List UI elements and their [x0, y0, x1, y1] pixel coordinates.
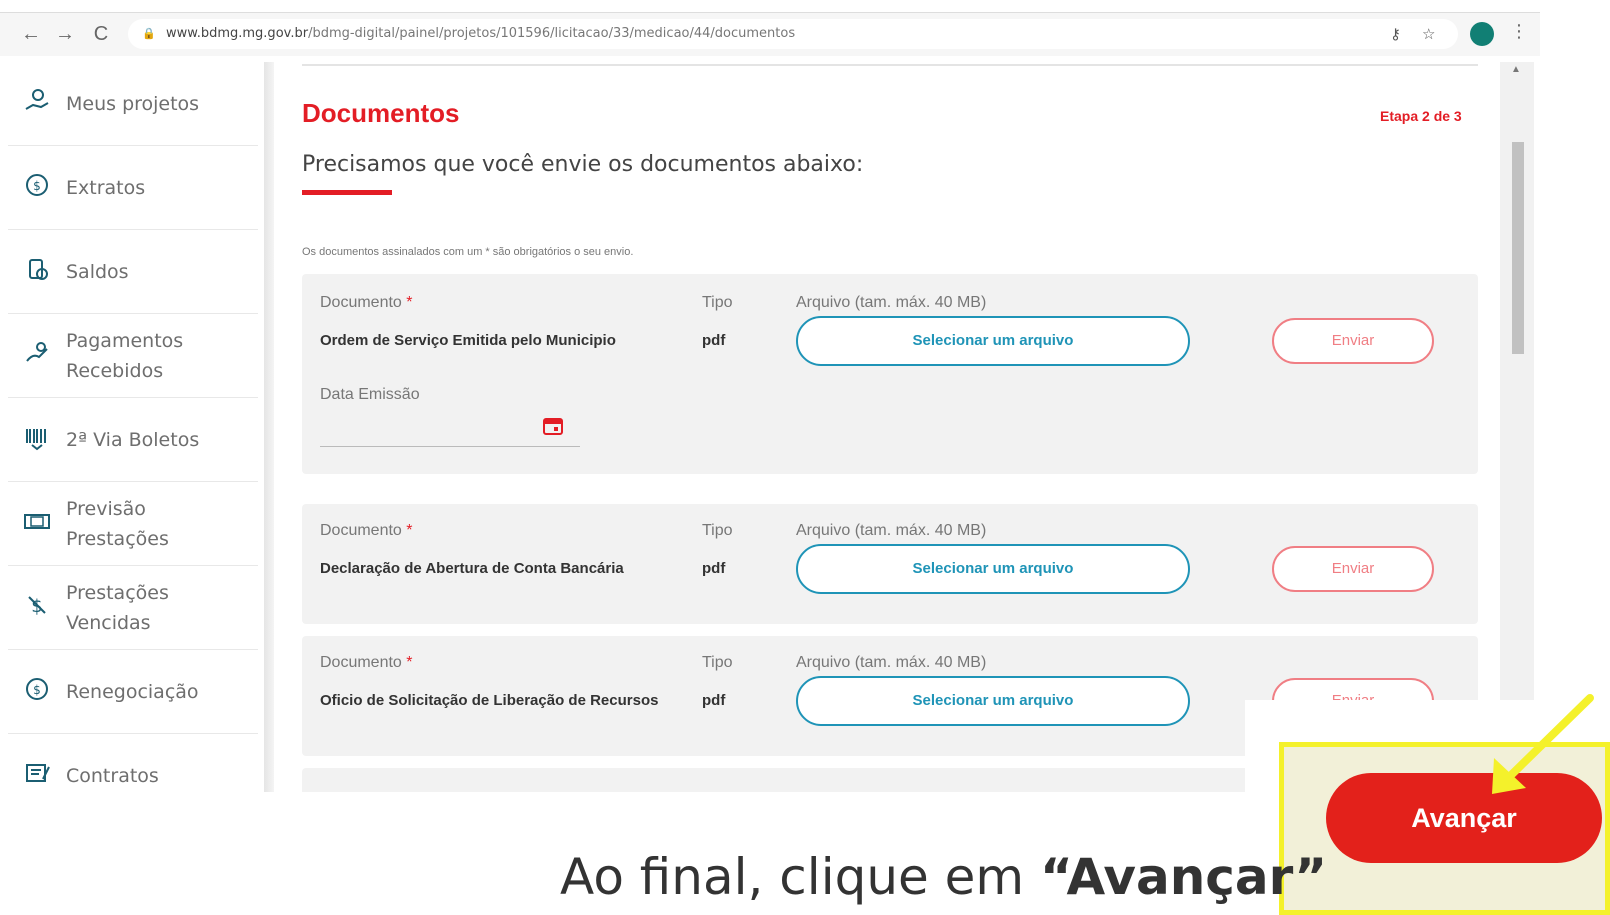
sidebar-item-renegociacao[interactable]: $ Renegociação: [8, 650, 258, 734]
sidebar-item-label: Prestações Vencidas: [66, 581, 169, 634]
sidebar-item-label: Renegociação: [66, 680, 199, 703]
url-host: www.bdmg.mg.gov.br: [166, 26, 309, 41]
sidebar-item-extratos[interactable]: $ Extratos: [8, 146, 258, 230]
sidebar-item-label: Previsão Prestações: [66, 497, 169, 550]
sidebar-item-contratos[interactable]: Contratos: [8, 734, 258, 818]
issue-date-label: Data Emissão: [320, 386, 420, 403]
document-type: pdf: [702, 560, 726, 577]
url-text[interactable]: www.bdmg.mg.gov.br/bdmg-digital/painel/p…: [166, 26, 795, 41]
sidebar-item-2a-via-boletos[interactable]: 2ª Via Boletos: [8, 398, 258, 482]
sidebar-item-label: Pagamentos Recebidos: [66, 329, 184, 382]
type-label: Tipo: [702, 654, 733, 671]
calendar-icon[interactable]: [542, 416, 564, 441]
required-mark: *: [406, 294, 413, 311]
sidebar: Meus projetos $ Extratos Saldos Pagament…: [0, 62, 262, 792]
issue-date-input[interactable]: [320, 446, 580, 447]
svg-text:$: $: [33, 683, 41, 697]
banknote-icon: [8, 507, 66, 541]
scroll-up-icon[interactable]: ▲: [1511, 64, 1521, 75]
sidebar-item-pagamentos-recebidos[interactable]: Pagamentos Recebidos: [8, 314, 258, 398]
dollar-slash-icon: $: [8, 591, 66, 625]
select-file-button[interactable]: Selecionar um arquivo: [796, 316, 1190, 366]
document-name: Ordem de Serviço Emitida pelo Municipio: [320, 332, 616, 349]
required-mark: *: [406, 654, 413, 671]
coins-icon: [8, 255, 66, 289]
scroll-thumb[interactable]: [1512, 142, 1524, 354]
sidebar-item-saldos[interactable]: Saldos: [8, 230, 258, 314]
top-divider: [302, 64, 1478, 66]
required-note: Os documentos assinalados com um * são o…: [302, 246, 634, 258]
caption-quote-open: “: [1040, 848, 1067, 906]
reload-icon[interactable]: C: [88, 21, 114, 47]
url-path: /bdmg-digital/painel/projetos/101596/lic…: [308, 26, 796, 41]
caption-prefix: Ao final, clique em: [560, 848, 1041, 906]
arrow-pointer-icon: [1492, 694, 1594, 794]
main-content: Documentos Etapa 2 de 3 Precisamos que v…: [280, 62, 1500, 792]
key-icon[interactable]: ⚷: [1390, 25, 1401, 43]
title-underline: [302, 190, 392, 195]
svg-text:$: $: [33, 179, 41, 193]
sidebar-item-label: Contratos: [66, 765, 159, 787]
document-name: Declaração de Abertura de Conta Bancária: [320, 560, 624, 577]
sidebar-item-label: 2ª Via Boletos: [66, 428, 200, 451]
document-name: Oficio de Solicitação de Liberação de Re…: [320, 692, 659, 709]
step-indicator: Etapa 2 de 3: [1380, 108, 1462, 124]
sidebar-item-label: Extratos: [66, 176, 146, 199]
subtitle: Precisamos que você envie os documentos …: [302, 152, 864, 177]
back-icon[interactable]: ←: [18, 21, 44, 47]
sidebar-divider: [264, 62, 274, 792]
caption-quote-close: ”: [1294, 848, 1328, 906]
file-label: Arquivo (tam. máx. 40 MB): [796, 522, 987, 539]
star-icon[interactable]: ☆: [1422, 25, 1435, 43]
browser-toolbar: ← → C 🔒 www.bdmg.mg.gov.br/bdmg-digital/…: [0, 12, 1540, 56]
address-bar[interactable]: 🔒 www.bdmg.mg.gov.br/bdmg-digital/painel…: [128, 19, 1458, 49]
profile-avatar[interactable]: [1470, 22, 1494, 46]
caption-highlight: Avançar: [1066, 848, 1295, 906]
contract-icon: [8, 759, 66, 793]
sidebar-item-prestacoes-vencidas[interactable]: $ Prestações Vencidas: [8, 566, 258, 650]
scrollbar[interactable]: ▲: [1500, 62, 1534, 792]
document-type: pdf: [702, 332, 726, 349]
document-label-text: Documento: [320, 654, 402, 671]
sidebar-item-label: Meus projetos: [66, 92, 200, 115]
document-label-text: Documento: [320, 294, 402, 311]
sidebar-item-meus-projetos[interactable]: Meus projetos: [8, 62, 258, 146]
send-button[interactable]: Enviar: [1272, 318, 1434, 364]
file-label: Arquivo (tam. máx. 40 MB): [796, 654, 987, 671]
document-card: Documento * Tipo Arquivo (tam. máx. 40 M…: [302, 274, 1478, 474]
document-label: Documento *: [320, 294, 413, 312]
forward-icon[interactable]: →: [52, 21, 78, 47]
menu-dots-icon[interactable]: ⋮: [1510, 21, 1528, 42]
svg-text:$: $: [31, 596, 42, 617]
caption: Ao final, clique em “Avançar”: [560, 848, 1327, 906]
document-label: Documento *: [320, 522, 413, 540]
sidebar-item-previsao-prestacoes[interactable]: Previsão Prestações: [8, 482, 258, 566]
select-file-button[interactable]: Selecionar um arquivo: [796, 676, 1190, 726]
refresh-dollar-icon: $: [8, 675, 66, 709]
document-card: Documento * Tipo Arquivo (tam. máx. 40 M…: [302, 504, 1478, 624]
file-label: Arquivo (tam. máx. 40 MB): [796, 294, 987, 311]
type-label: Tipo: [702, 294, 733, 311]
hand-payment-icon: [8, 339, 66, 373]
document-label-text: Documento: [320, 522, 402, 539]
required-mark: *: [406, 522, 413, 539]
hand-coin-icon: [8, 87, 66, 121]
type-label: Tipo: [702, 522, 733, 539]
lock-icon: 🔒: [142, 28, 156, 40]
select-file-button[interactable]: Selecionar um arquivo: [796, 544, 1190, 594]
document-label: Documento *: [320, 654, 413, 672]
dollar-circle-icon: $: [8, 171, 66, 205]
sidebar-item-label: Saldos: [66, 260, 129, 283]
document-type: pdf: [702, 692, 726, 709]
barcode-icon: [8, 423, 66, 457]
send-button[interactable]: Enviar: [1272, 546, 1434, 592]
page-title: Documentos: [302, 98, 460, 128]
